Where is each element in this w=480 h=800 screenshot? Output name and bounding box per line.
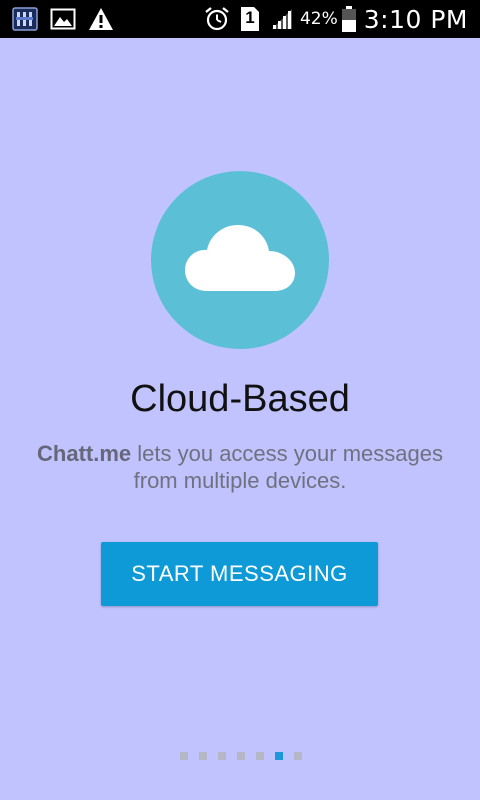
status-bar-notifications bbox=[12, 7, 114, 31]
app-notification-icon bbox=[12, 7, 38, 31]
page-dot bbox=[256, 752, 264, 760]
page-dot-active bbox=[275, 752, 283, 760]
page-dot bbox=[199, 752, 207, 760]
sim-1-icon: 1 bbox=[240, 6, 260, 32]
description: Chatt.me lets you access your messages f… bbox=[20, 440, 460, 494]
image-icon bbox=[50, 8, 76, 30]
start-messaging-button[interactable]: START MESSAGING bbox=[101, 542, 378, 606]
page-title: Cloud-Based bbox=[130, 378, 350, 420]
page-indicator bbox=[0, 752, 480, 760]
battery-icon bbox=[341, 6, 356, 32]
sim-label: 1 bbox=[245, 8, 255, 27]
status-bar-system: 1 42% 3:10 PM bbox=[204, 5, 468, 34]
signal-icon bbox=[270, 7, 294, 31]
page-dot bbox=[237, 752, 245, 760]
page-dot bbox=[180, 752, 188, 760]
description-brand: Chatt.me bbox=[37, 441, 132, 466]
page-dot bbox=[294, 752, 302, 760]
description-text: lets you access your messages from multi… bbox=[131, 441, 443, 493]
battery-percent: 42% bbox=[299, 9, 338, 29]
status-time: 3:10 PM bbox=[363, 4, 468, 34]
alarm-icon bbox=[204, 6, 230, 32]
cloud-icon bbox=[185, 223, 295, 297]
status-bar: 1 42% 3:10 PM bbox=[0, 0, 480, 38]
page-dot bbox=[218, 752, 226, 760]
illustration-circle bbox=[151, 171, 329, 349]
warning-icon bbox=[88, 7, 114, 31]
